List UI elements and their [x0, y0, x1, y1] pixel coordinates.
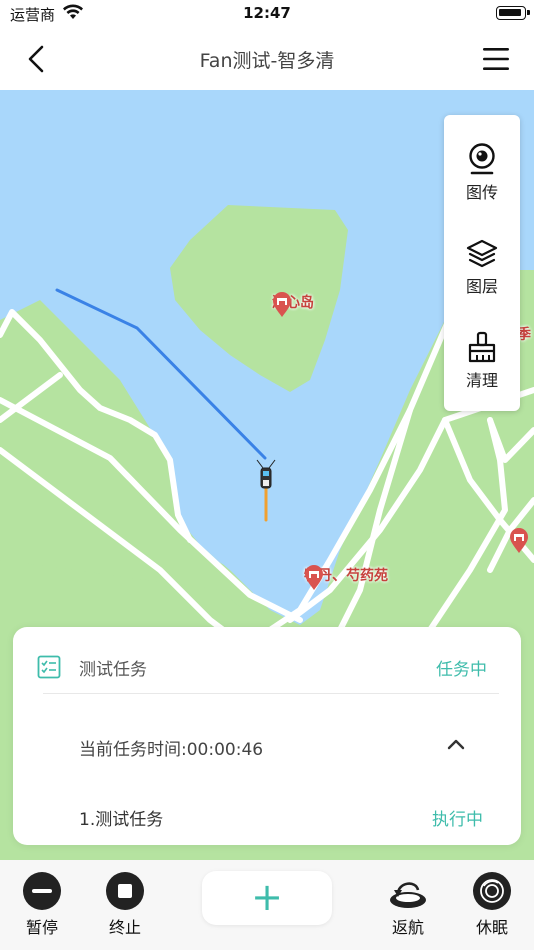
sleep-label: 休眠 — [475, 918, 508, 937]
layers-button[interactable]: 图层 — [444, 239, 520, 319]
sleep-button[interactable]: 休眠 — [462, 872, 522, 938]
sleep-icon — [473, 872, 511, 910]
pause-icon — [23, 872, 61, 910]
subtask-name: 1.测试任务 — [79, 810, 164, 830]
tool-label: 清理 — [465, 371, 498, 390]
pause-label: 暂停 — [25, 918, 58, 937]
poi-island[interactable]: 湖心岛 — [272, 292, 314, 317]
pause-button[interactable]: 暂停 — [12, 872, 72, 938]
chevron-up-icon[interactable] — [447, 737, 465, 751]
layers-icon — [466, 239, 498, 268]
scenic-pin-icon — [510, 528, 528, 553]
scenic-pin-icon — [273, 292, 291, 317]
task-header-row[interactable]: 测试任务 任务中 — [13, 627, 521, 695]
task-name: 测试任务 — [79, 660, 147, 680]
task-status[interactable]: 任务中 — [436, 655, 487, 680]
tool-label: 图层 — [465, 277, 498, 296]
clock: 12:47 — [243, 4, 291, 22]
task-timer: 当前任务时间:00:00:46 — [79, 740, 264, 760]
return-label: 返航 — [391, 918, 424, 937]
stop-button[interactable]: 终止 — [95, 872, 155, 938]
page-title: Fan测试-智多清 — [199, 50, 335, 72]
tool-label: 图传 — [465, 183, 498, 202]
hamburger-menu-icon[interactable] — [482, 46, 510, 72]
subtask-status: 执行中 — [432, 810, 483, 830]
stop-label: 终止 — [108, 918, 141, 937]
scenic-pin-icon — [305, 565, 323, 590]
map-tool-panel: 图传 图层 清理 — [444, 115, 520, 411]
stop-icon — [106, 872, 144, 910]
navigation-bar: Fan测试-智多清 — [0, 28, 534, 90]
brush-icon — [468, 331, 496, 363]
poi-peony-garden[interactable]: 牡丹、芍药苑 — [304, 565, 388, 590]
divider — [43, 693, 499, 694]
battery-icon — [496, 6, 530, 20]
clear-button[interactable]: 清理 — [444, 331, 520, 411]
bottom-toolbar: 暂停 终止 + 返航 休眠 — [0, 860, 534, 950]
camera-icon — [469, 143, 495, 175]
status-bar: 运营商 12:47 — [0, 0, 534, 28]
task-list-icon — [37, 655, 61, 679]
plus-icon: + — [251, 875, 283, 919]
task-panel: 测试任务 任务中 当前任务时间:00:00:46 1.测试任务 执行中 — [13, 627, 521, 845]
video-stream-button[interactable]: 图传 — [444, 143, 520, 223]
add-button[interactable]: + — [202, 871, 332, 925]
return-home-icon — [390, 882, 426, 908]
return-home-button[interactable]: 返航 — [378, 872, 438, 938]
